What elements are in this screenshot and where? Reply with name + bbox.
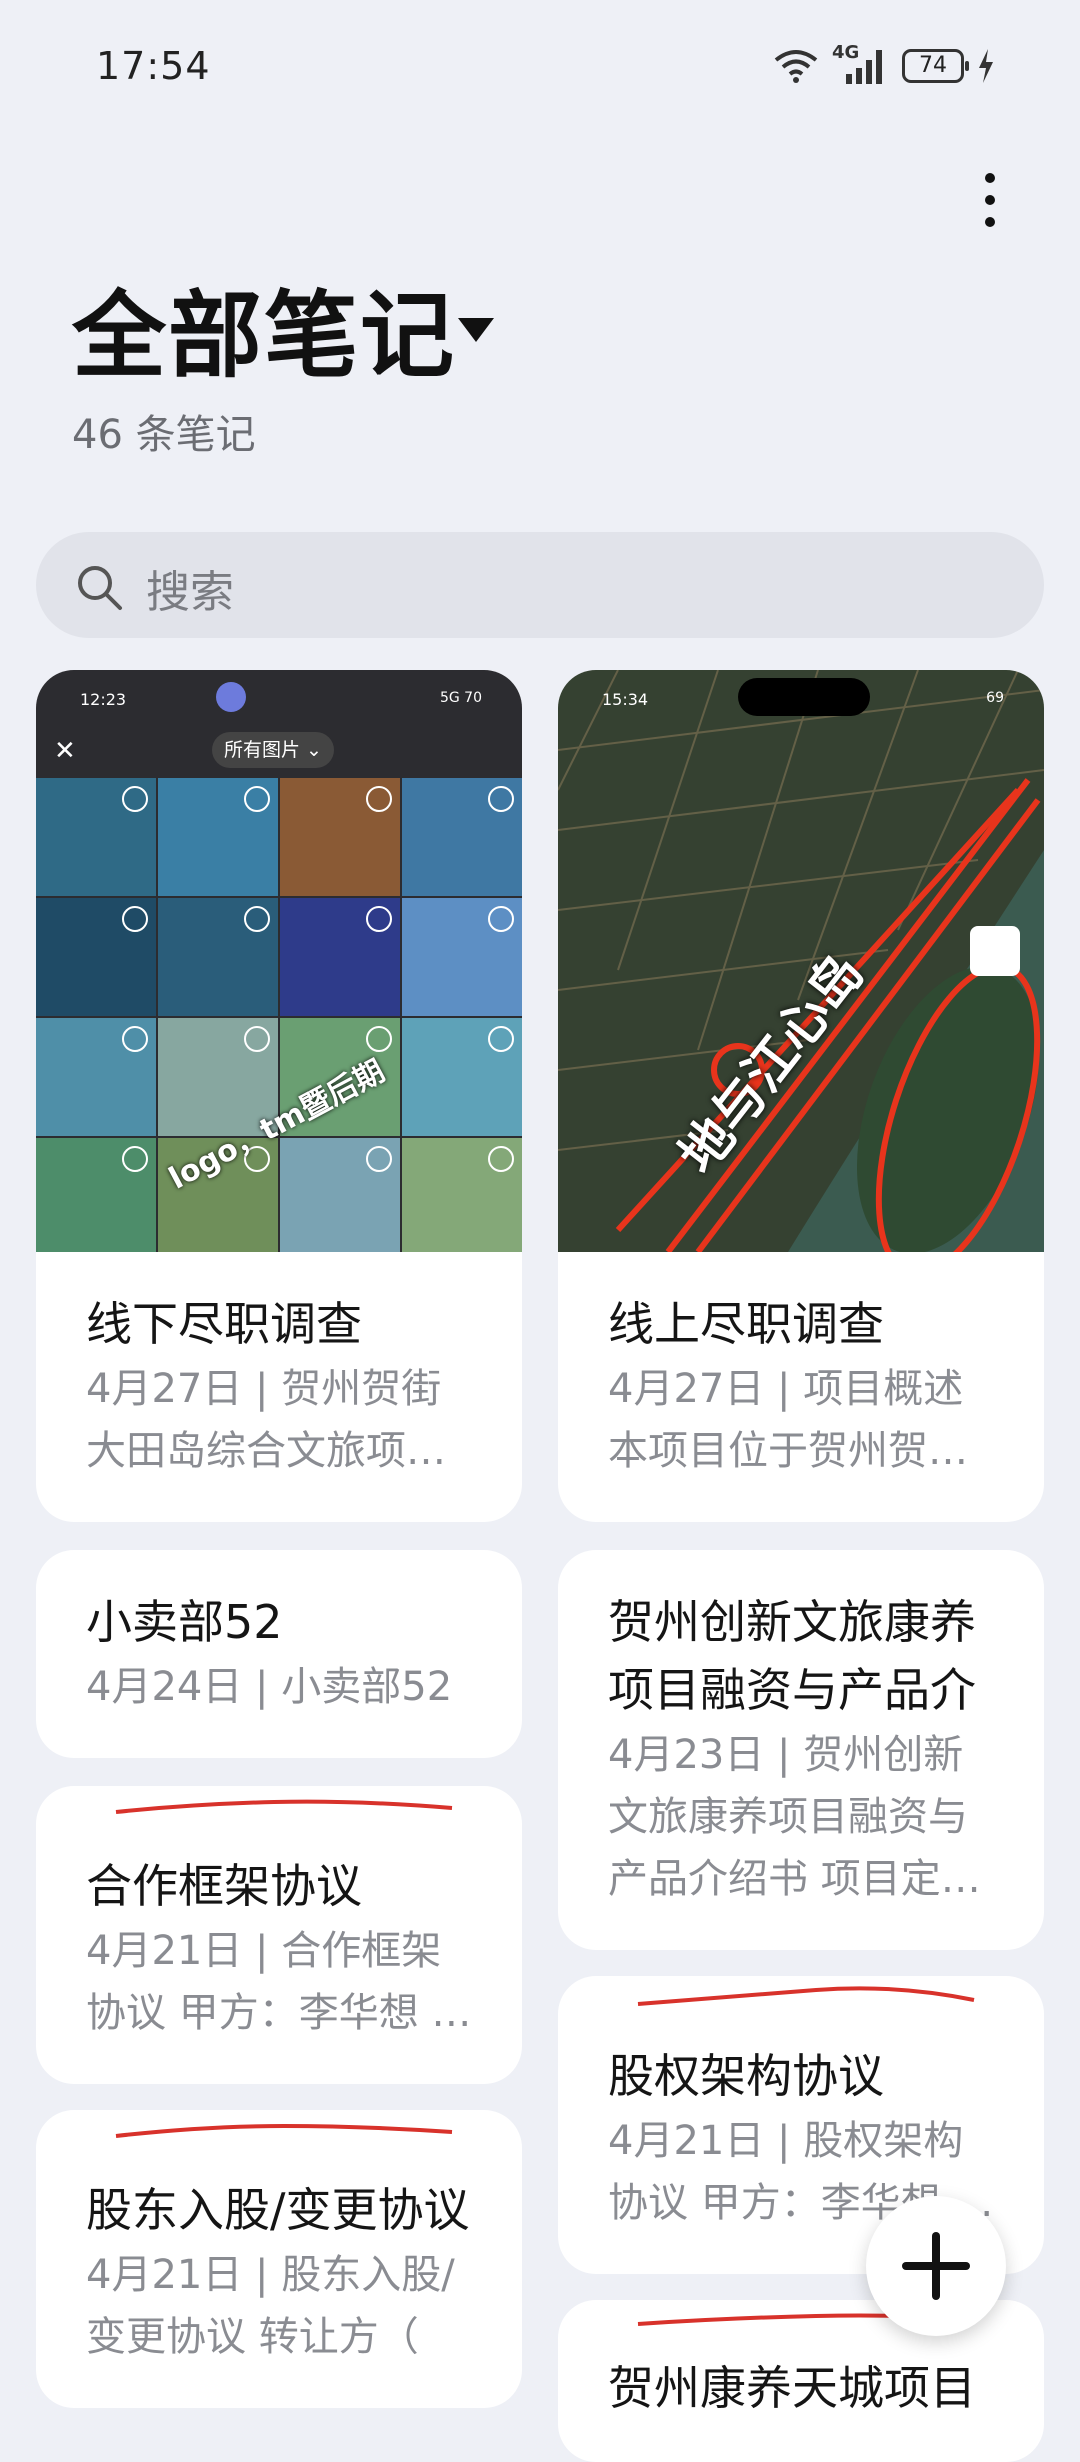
photo-grid xyxy=(36,778,522,1252)
handwritten-mark xyxy=(637,1986,975,2006)
chevron-down-icon[interactable] xyxy=(458,318,494,342)
thumbnail-time: 15:34 xyxy=(602,690,649,709)
handwritten-mark xyxy=(115,1799,453,1814)
add-note-button[interactable] xyxy=(866,2196,1006,2336)
note-meta: 4月27日 | 贺州贺街大田岛综合文旅项… xyxy=(86,1366,446,1474)
battery-level: 74 xyxy=(919,53,947,78)
search-placeholder: 搜索 xyxy=(146,567,234,618)
note-title: 线下尽职调查 xyxy=(86,1297,362,1351)
note-meta: 4月24日 | 小卖部52 xyxy=(86,1664,453,1710)
note-thumbnail: 12:23 5G 70 ✕ 所有图片 ⌄ logo，tm暨后期 xyxy=(36,670,522,1252)
handwritten-mark xyxy=(115,2123,453,2138)
expand-icon xyxy=(970,926,1020,976)
note-card[interactable]: 贺州创新文旅康养项目融资与产品介 4月23日 | 贺州创新文旅康养项目融资与产品… xyxy=(558,1550,1044,1950)
thumbnail-status: 69 xyxy=(986,690,1004,706)
note-title: 线上尽职调查 xyxy=(608,1297,884,1351)
wifi-icon xyxy=(774,50,818,83)
search-icon xyxy=(78,566,122,610)
status-icons: 4G 74 xyxy=(774,42,994,88)
note-title: 合作框架协议 xyxy=(86,1859,362,1913)
note-card[interactable]: 合作框架协议 4月21日 | 合作框架协议 甲方：李华想 … xyxy=(36,1786,522,2084)
note-meta: 4月21日 | 股东入股/变更协议 转让方（ xyxy=(86,2252,455,2360)
thumbnail-status: 5G 70 xyxy=(439,690,482,706)
charging-icon xyxy=(979,49,993,83)
cellular-signal-icon: 4G xyxy=(832,42,888,86)
note-title: 股权架构协议 xyxy=(608,2049,884,2103)
more-options-button[interactable] xyxy=(960,160,1020,240)
battery-icon: 74 xyxy=(902,49,969,83)
note-meta: 4月21日 | 合作框架协议 甲方：李华想 … xyxy=(86,1928,472,2036)
note-card[interactable]: 小卖部52 4月24日 | 小卖部52 xyxy=(36,1550,522,1758)
note-card[interactable]: 股东入股/变更协议 4月21日 | 股东入股/变更协议 转让方（ xyxy=(36,2110,522,2408)
note-count: 46 条笔记 xyxy=(72,412,256,458)
note-title: 贺州创新文旅康养项目融资与产品介 xyxy=(608,1595,976,1717)
note-card[interactable]: 12:23 5G 70 ✕ 所有图片 ⌄ logo，tm暨后期 线下尽职调查 4… xyxy=(36,670,522,1522)
note-card[interactable]: 15:34 69 地与江心岛 线上尽职调查 4月27日 | 项目概述本项目位于贺… xyxy=(558,670,1044,1522)
note-thumbnail: 15:34 69 地与江心岛 xyxy=(558,670,1044,1252)
search-input[interactable]: 搜索 xyxy=(36,532,1044,638)
status-time: 17:54 xyxy=(96,44,211,88)
note-title: 小卖部52 xyxy=(86,1595,283,1649)
status-bar: 17:54 4G 74 xyxy=(0,0,1080,140)
note-meta: 4月27日 | 项目概述本项目位于贺州贺… xyxy=(608,1366,968,1474)
note-title: 股东入股/变更协议 xyxy=(86,2183,470,2237)
note-meta: 4月23日 | 贺州创新文旅康养项目融资与产品介绍书 项目定… xyxy=(608,1732,981,1902)
album-selector: 所有图片 ⌄ xyxy=(212,732,334,768)
thumbnail-time: 12:23 xyxy=(80,690,127,709)
page-title[interactable]: 全部笔记 xyxy=(72,282,456,392)
close-icon: ✕ xyxy=(54,736,76,766)
